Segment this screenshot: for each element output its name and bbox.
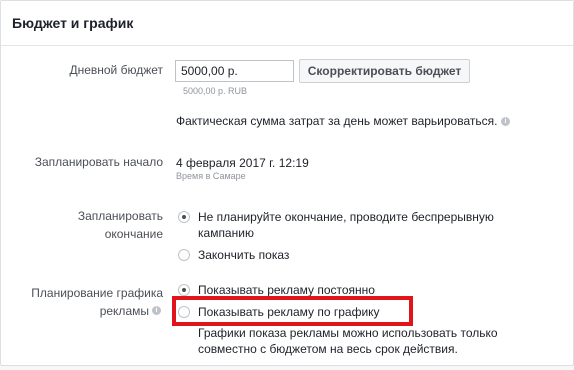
ad-scheduling-label: Планирование графика рекламы [11,284,163,320]
ad-scheduling-note-line1: Графики показа рекламы можно использоват… [198,326,498,340]
info-icon[interactable]: i [501,117,510,126]
option-no-end-date-line1: Не планируйте окончание, проводите беспр… [198,210,494,224]
schedule-end-label-line2: окончание [104,227,163,241]
option-end-date[interactable]: Закончить показ [198,247,289,263]
schedule-start-value[interactable]: 4 февраля 2017 г. 12:19 [176,155,309,171]
radio-run-all-the-time[interactable] [178,284,190,296]
ad-scheduling-label-line1: Планирование графика [31,286,163,300]
ad-scheduling-note: Графики показа рекламы можно использоват… [198,325,498,357]
section-title: Бюджет и график [12,15,134,31]
radio-no-end-date[interactable] [178,211,190,223]
daily-budget-hint: 5000,00 р. RUB [183,86,248,96]
radio-end-date[interactable] [178,249,190,261]
ad-scheduling-note-line2: совместно с бюджетом на весь срок действ… [198,342,458,356]
option-no-end-date[interactable]: Не планируйте окончание, проводите беспр… [198,209,494,241]
daily-budget-label: Дневной бюджет [69,63,163,77]
schedule-end-label-line1: Запланировать [77,209,163,223]
ad-scheduling-label-line2: рекламы [99,304,149,318]
schedule-start-label: Запланировать начало [34,155,163,169]
highlight-box [172,296,413,326]
option-no-end-date-line2: кампанию [198,226,254,240]
info-icon[interactable]: i [152,306,161,315]
schedule-end-label: Запланировать окончание [41,207,163,243]
budget-note: Фактическая сумма затрат за день может в… [176,114,498,128]
panel-header: Бюджет и график [1,1,573,46]
daily-budget-input[interactable]: 5000,00 р. [175,60,294,82]
budget-schedule-panel: Бюджет и график Дневной бюджет 5000,00 р… [0,0,574,366]
adjust-budget-button[interactable]: Скорректировать бюджет [299,59,470,83]
schedule-start-timezone: Время в Самаре [176,171,246,181]
